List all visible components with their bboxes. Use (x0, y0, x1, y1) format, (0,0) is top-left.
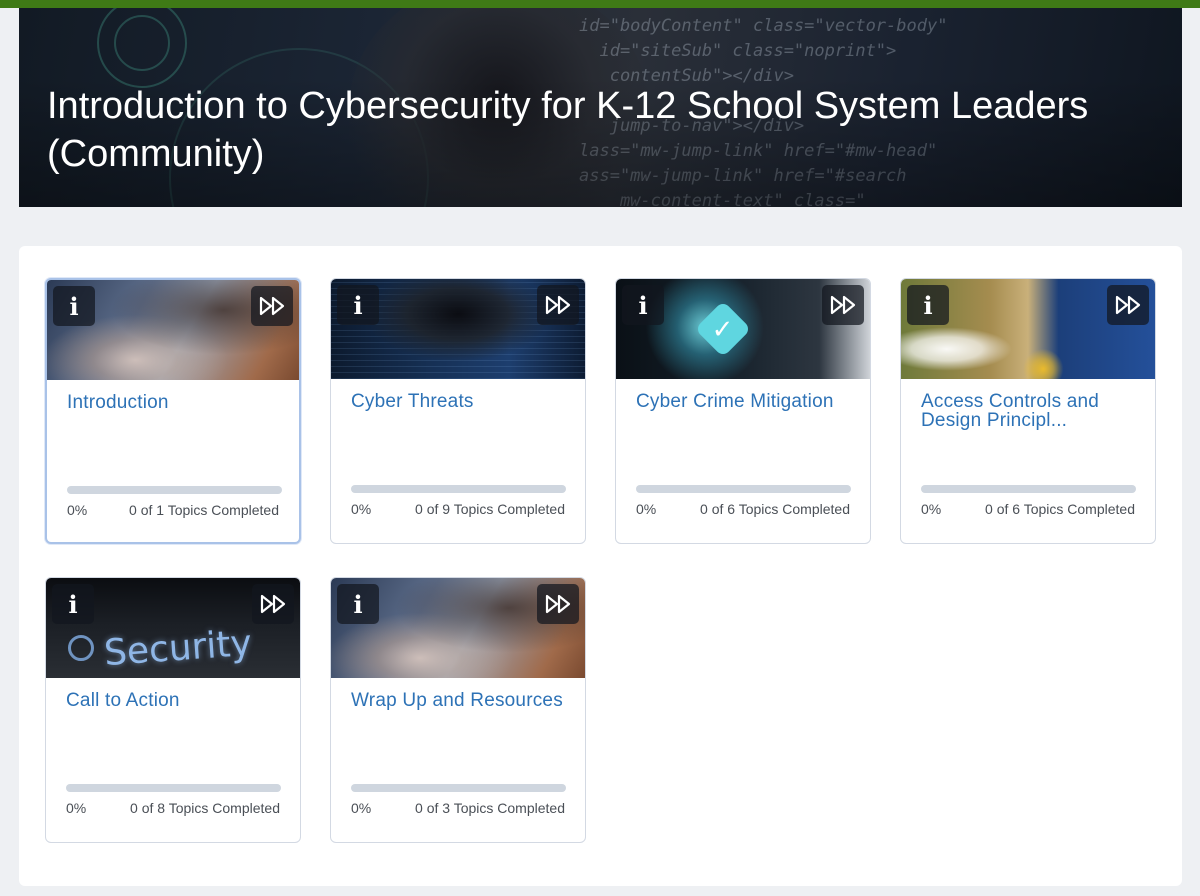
progress-percent: 0% (66, 800, 87, 816)
unit-card[interactable]: i Cyber Threats 0% 0 of 9 Topics Complet… (330, 278, 586, 544)
unit-thumbnail[interactable]: i (331, 578, 585, 678)
topics-completed: 0 of 8 Topics Completed (130, 800, 280, 816)
fast-forward-icon[interactable] (822, 285, 864, 325)
unit-card[interactable]: i Wrap Up and Resources 0% 0 of 3 Topics… (330, 577, 586, 843)
topics-completed: 0 of 9 Topics Completed (415, 501, 565, 517)
unit-card[interactable]: i Introduction 0% 0 of 1 Topics Complete… (45, 278, 301, 544)
info-icon[interactable]: i (337, 285, 379, 325)
progress-bar (921, 485, 1136, 493)
fast-forward-icon[interactable] (537, 584, 579, 624)
topics-completed: 0 of 3 Topics Completed (415, 800, 565, 816)
progress-percent: 0% (67, 502, 88, 518)
unit-thumbnail[interactable]: i (901, 279, 1155, 379)
unit-thumbnail[interactable]: Security i (46, 578, 300, 678)
progress-percent: 0% (636, 501, 657, 517)
security-thumb-text: Security (102, 622, 254, 674)
unit-thumbnail[interactable]: i (331, 279, 585, 379)
unit-card[interactable]: Security i Call to Action 0% 0 of 8 Topi… (45, 577, 301, 843)
info-icon[interactable]: i (337, 584, 379, 624)
top-accent-bar (0, 0, 1200, 8)
topics-completed: 0 of 1 Topics Completed (129, 502, 279, 518)
unit-title-link[interactable]: Cyber Threats (351, 392, 571, 411)
unit-title-link[interactable]: Access Controls and Design Principl... (921, 392, 1141, 430)
fast-forward-icon[interactable] (252, 584, 294, 624)
unit-title-link[interactable]: Call to Action (66, 691, 286, 710)
progress-percent: 0% (351, 800, 372, 816)
unit-card[interactable]: ✓ i Cyber Crime Mitigation 0% 0 of 6 Top… (615, 278, 871, 544)
course-banner: id="bodyContent" class="vector-body" id=… (19, 8, 1182, 207)
unit-card[interactable]: i Access Controls and Design Principl...… (900, 278, 1156, 544)
progress-percent: 0% (921, 501, 942, 517)
fast-forward-icon[interactable] (251, 286, 293, 326)
unit-title-link[interactable]: Wrap Up and Resources (351, 691, 571, 710)
topics-completed: 0 of 6 Topics Completed (700, 501, 850, 517)
progress-percent: 0% (351, 501, 372, 517)
info-icon[interactable]: i (622, 285, 664, 325)
info-icon[interactable]: i (52, 584, 94, 624)
unit-title-link[interactable]: Introduction (67, 393, 287, 412)
progress-bar (67, 486, 282, 494)
fast-forward-icon[interactable] (537, 285, 579, 325)
info-icon[interactable]: i (907, 285, 949, 325)
unit-title-link[interactable]: Cyber Crime Mitigation (636, 392, 856, 411)
units-panel: i Introduction 0% 0 of 1 Topics Complete… (19, 246, 1182, 886)
topics-completed: 0 of 6 Topics Completed (985, 501, 1135, 517)
progress-bar (351, 784, 566, 792)
progress-bar (636, 485, 851, 493)
progress-bar (351, 485, 566, 493)
progress-bar (66, 784, 281, 792)
fast-forward-icon[interactable] (1107, 285, 1149, 325)
unit-thumbnail[interactable]: ✓ i (616, 279, 870, 379)
info-icon[interactable]: i (53, 286, 95, 326)
course-title: Introduction to Cybersecurity for K-12 S… (47, 85, 1089, 175)
unit-thumbnail[interactable]: i (47, 280, 299, 380)
